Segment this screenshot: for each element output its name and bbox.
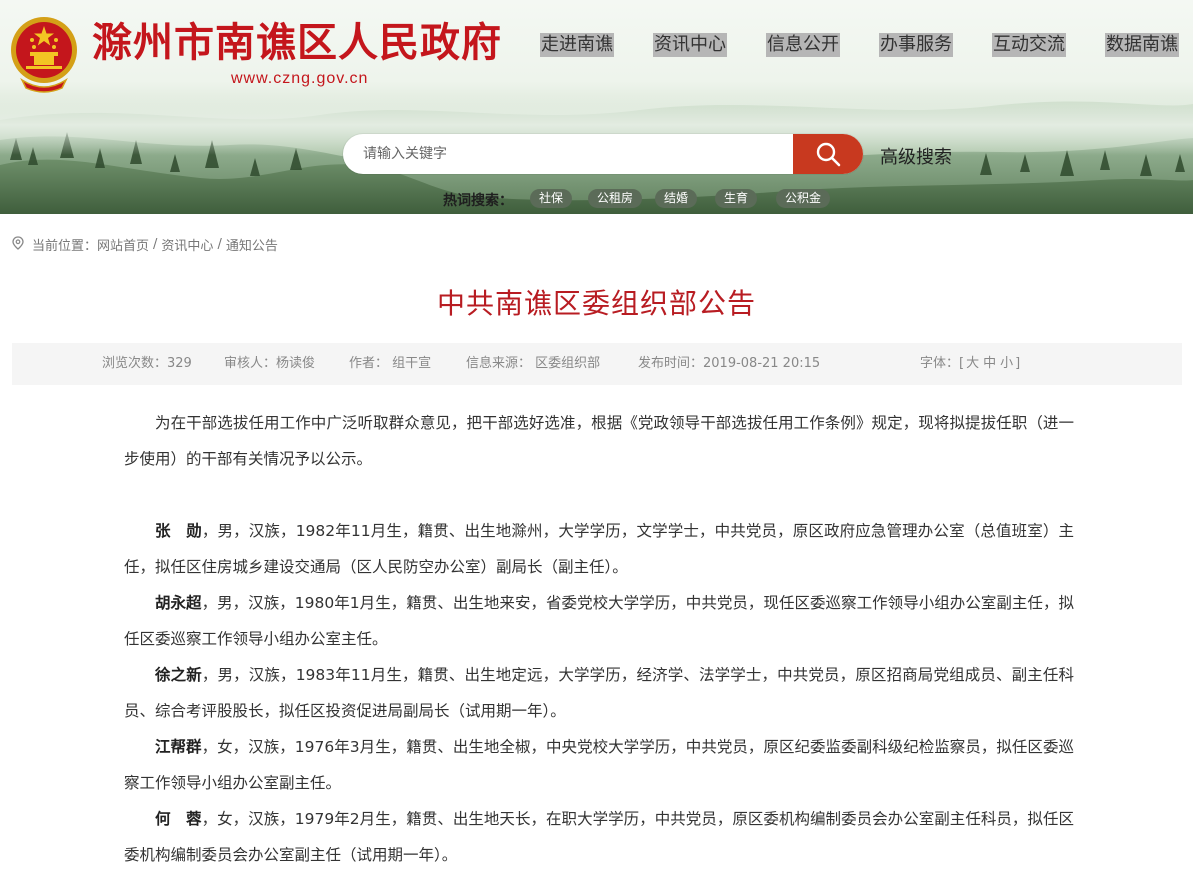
candidate-name: 胡永超: [155, 594, 202, 612]
nav-item-interaction[interactable]: 互动交流: [992, 33, 1066, 57]
nav-item-services[interactable]: 办事服务: [879, 33, 953, 57]
search-icon: [816, 142, 841, 167]
article-meta-bar: 浏览次数：329 审核人：杨读俊 作者： 组干宣 信息来源： 区委组织部 发布时…: [12, 343, 1182, 385]
candidate-name: 何 蓉: [155, 810, 202, 828]
font-size-control: 字体：[大中小]: [920, 343, 1020, 385]
meta-published: 发布时间：2019-08-21 20:15: [638, 356, 821, 371]
font-size-large[interactable]: 大: [966, 356, 979, 371]
font-size-medium[interactable]: 中: [983, 356, 996, 371]
meta-source: 信息来源： 区委组织部: [466, 356, 601, 371]
advanced-search-link[interactable]: 高级搜索: [880, 143, 952, 169]
candidate-paragraph: 何 蓉，女，汉族，1979年2月生，籍贯、出生地天长，在职大学学历，中共党员，原…: [124, 801, 1074, 873]
candidate-name: 江帮群: [155, 738, 202, 756]
font-size-label: 字体：[: [920, 356, 965, 371]
breadcrumb: 当前位置： 网站首页 / 资讯中心 / 通知公告: [12, 235, 278, 254]
hot-tag-marriage[interactable]: 结婚: [655, 189, 698, 208]
font-size-close: ]: [1015, 356, 1021, 371]
candidate-details: ，男，汉族，1980年1月生，籍贯、出生地来安，省委党校大学学历，中共党员，现任…: [124, 594, 1074, 648]
breadcrumb-separator: /: [217, 237, 222, 252]
national-emblem-icon: [11, 17, 77, 93]
hot-tag-social-security[interactable]: 社保: [530, 189, 573, 208]
candidate-paragraph: 江帮群，女，汉族，1976年3月生，籍贯、出生地全椒，中央党校大学学历，中共党员…: [124, 729, 1074, 801]
hot-tag-housing-fund[interactable]: 公积金: [776, 189, 831, 208]
nav-item-news[interactable]: 资讯中心: [653, 33, 727, 57]
search-bar: [343, 134, 863, 174]
candidate-name: 徐之新: [155, 666, 202, 684]
meta-reviewer: 审核人：杨读俊: [224, 356, 316, 371]
site-title[interactable]: 滁州市南谯区人民政府: [92, 17, 502, 69]
search-button[interactable]: [793, 134, 863, 174]
candidate-paragraph: 张 勋，男，汉族，1982年11月生，籍贯、出生地滁州，大学学历，文学学士，中共…: [124, 513, 1074, 585]
site-url[interactable]: www.czng.gov.cn: [231, 70, 368, 88]
breadcrumb-separator: /: [153, 237, 158, 252]
article-title: 中共南谯区委组织部公告: [436, 287, 756, 320]
font-size-small[interactable]: 小: [1000, 356, 1013, 371]
breadcrumb-prefix: 当前位置：: [32, 239, 98, 254]
candidate-details: ，女，汉族，1976年3月生，籍贯、出生地全椒，中央党校大学学历，中共党员，原区…: [124, 738, 1074, 792]
breadcrumb-home[interactable]: 网站首页: [97, 235, 149, 254]
candidate-details: ，女，汉族，1979年2月生，籍贯、出生地天长，在职大学学历，中共党员，原区委机…: [124, 810, 1074, 864]
candidate-paragraph: 胡永超，男，汉族，1980年1月生，籍贯、出生地来安，省委党校大学学历，中共党员…: [124, 585, 1074, 657]
search-input[interactable]: [343, 134, 793, 174]
nav-item-data[interactable]: 数据南谯: [1105, 33, 1179, 57]
breadcrumb-notices[interactable]: 通知公告: [226, 235, 278, 254]
nav-item-about[interactable]: 走进南谯: [540, 33, 614, 57]
location-pin-icon: [12, 235, 24, 254]
site-header: 滁州市南谯区人民政府 www.czng.gov.cn 走进南谯 资讯中心 信息公…: [0, 0, 1193, 214]
candidate-details: ，男，汉族，1982年11月生，籍贯、出生地滁州，大学学历，文学学士，中共党员，…: [124, 522, 1074, 576]
candidate-name: 张 勋: [155, 522, 202, 540]
meta-author: 作者： 组干宣: [349, 356, 432, 371]
candidate-details: ，男，汉族，1983年11月生，籍贯、出生地定远，大学学历，经济学、法学学士，中…: [124, 666, 1074, 720]
hot-search-label: 热词搜索：: [443, 193, 513, 209]
hot-tag-public-housing[interactable]: 公租房: [588, 189, 643, 208]
hot-tag-birth[interactable]: 生育: [715, 189, 758, 208]
article-intro: 为在干部选拔任用工作中广泛听取群众意见，把干部选好选准，根据《党政领导干部选拔任…: [124, 414, 1074, 468]
meta-views: 浏览次数：329: [102, 356, 192, 371]
nav-item-info-disclosure[interactable]: 信息公开: [766, 33, 840, 57]
article-body: 为在干部选拔任用工作中广泛听取群众意见，把干部选好选准，根据《党政领导干部选拔任…: [124, 405, 1074, 873]
candidate-paragraph: 徐之新，男，汉族，1983年11月生，籍贯、出生地定远，大学学历，经济学、法学学…: [124, 657, 1074, 729]
breadcrumb-news-center[interactable]: 资讯中心: [161, 235, 213, 254]
